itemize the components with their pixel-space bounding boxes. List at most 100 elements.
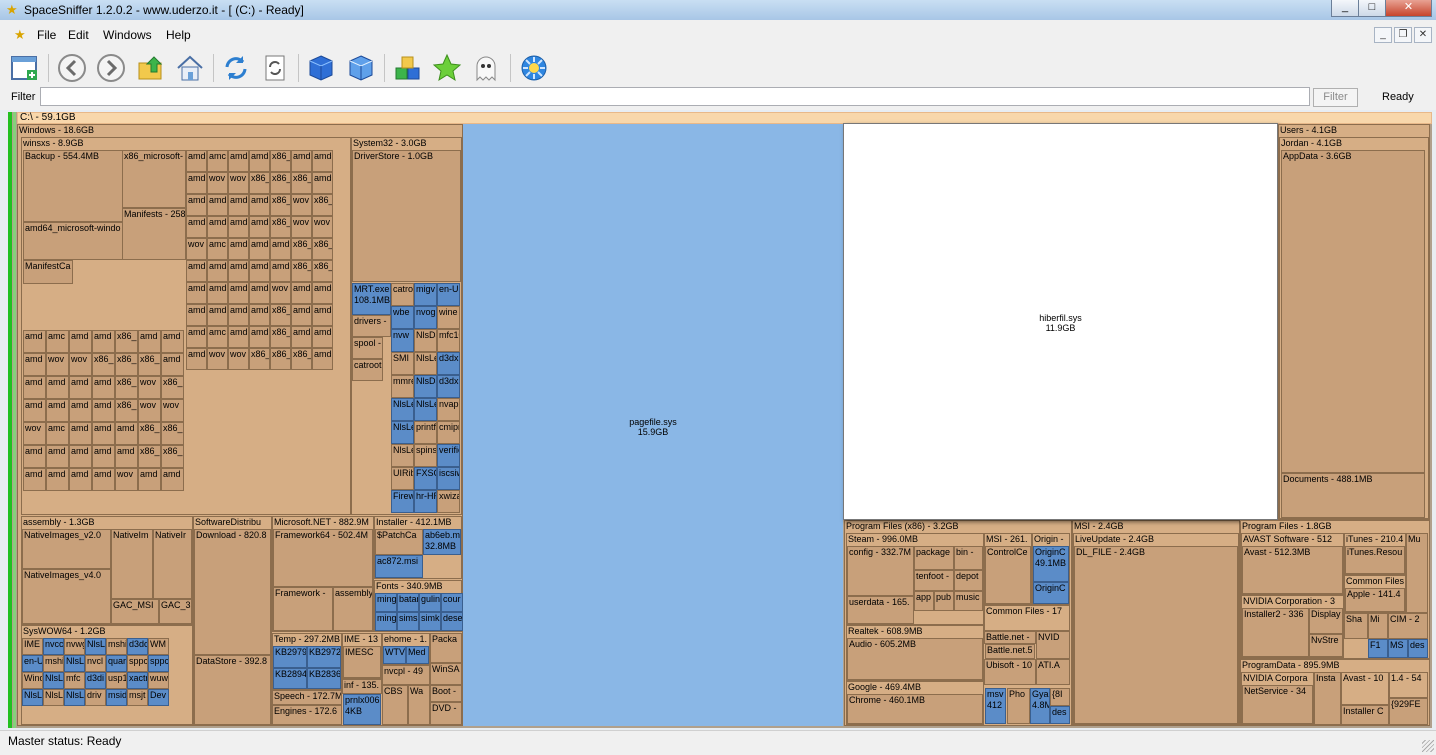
file-des-x86[interactable]: des [1050,706,1070,724]
folder-speech[interactable]: Speech - 172.7M [272,690,342,705]
folder-documents[interactable]: Documents - 488.1MB [1281,473,1425,518]
folder-cell[interactable]: wov [312,216,333,238]
folder-cell[interactable]: SMI [391,352,414,375]
folder-cell[interactable]: amd [161,353,184,376]
folder-imesc[interactable]: IMESC [343,646,381,678]
file-gya[interactable]: Gya4.8M [1030,688,1050,724]
file-kb2836[interactable]: KB2836 [307,668,341,689]
folder-cell[interactable]: mfc10 [437,329,460,352]
folder-cell[interactable]: cour [441,593,463,612]
folder-cell[interactable]: x86_ [115,353,138,376]
folder-cell[interactable]: amd [186,260,207,282]
folder-battlenet-5[interactable]: Battle.net.5 [985,644,1035,659]
folder-catroot[interactable]: catroot [352,359,383,381]
folder-cell[interactable]: batar [397,593,419,612]
folder-cell[interactable]: NlsL [64,655,85,672]
folder-cell[interactable]: amd [23,330,46,353]
folder-cell[interactable]: amd [228,326,249,348]
folder-ati[interactable]: ATI.A [1036,659,1070,685]
folder-cell[interactable]: x86_ [312,238,333,260]
folder-cell[interactable]: x86_ [138,445,161,468]
minimize-button[interactable]: _ [1331,0,1359,17]
folder-tenfoot[interactable]: tenfoot - [914,570,954,591]
folder-cell[interactable]: amd [23,468,46,491]
folder-pho[interactable]: Pho [1007,688,1030,724]
folder-cell[interactable]: amd [46,376,69,399]
folder-cell[interactable]: en-US [22,655,43,672]
folder-cell[interactable]: dese [441,612,463,631]
folder-cell[interactable]: NlsLe [414,352,437,375]
folder-cell[interactable]: sppc [127,655,148,672]
folder-cell[interactable]: wov [46,353,69,376]
folder-cell[interactable]: amd [69,399,92,422]
folder-ubisoft[interactable]: Ubisoft - 10 [984,659,1036,685]
folder-mi[interactable]: Mi [1368,613,1388,639]
close-button[interactable]: ✕ [1385,0,1432,17]
folder-cell[interactable]: wov [115,468,138,491]
folder-cell[interactable]: x86_ [138,353,161,376]
folder-cell[interactable]: NlsLe [414,398,437,421]
folder-cell[interactable]: x86_ [161,422,184,445]
folder-cell[interactable]: x86_ [291,260,312,282]
folder-med[interactable]: Med [406,646,429,664]
file-ab6eb[interactable]: ab6eb.m 32.8MB [423,529,461,555]
folder-cell[interactable]: amd [186,282,207,304]
filter-button[interactable]: Filter [1313,88,1358,107]
file-des-pf[interactable]: des [1408,639,1428,658]
folder-cell[interactable]: wbe [391,306,414,329]
folder-brace-929[interactable]: {929FE [1389,698,1428,725]
folder-cell[interactable]: IME [22,638,43,655]
folder-x86-microsoft[interactable]: x86_microsoft- [122,150,186,208]
folder-cell[interactable]: simk [419,612,441,631]
menu-file[interactable]: File [37,28,56,42]
folder-cell[interactable]: amd [138,330,161,353]
folder-cell[interactable]: x86_ [270,150,291,172]
folder-wtv[interactable]: WTV [383,646,406,664]
folder-cell[interactable]: usp1 [106,672,127,689]
folder-cell[interactable]: amd [207,282,228,304]
folder-cell[interactable]: amd [186,194,207,216]
refresh-icon[interactable] [221,52,251,84]
folder-cell[interactable]: amd [161,330,184,353]
resize-grip-icon[interactable] [1422,740,1434,752]
folder-drivers[interactable]: drivers - [352,315,391,337]
folder-cell[interactable]: amd [312,172,333,194]
folder-cell[interactable]: amd [161,468,184,491]
folder-cell[interactable]: sppc [148,655,169,672]
folder-cell[interactable]: x86_ [270,304,291,326]
folder-cell[interactable]: amd [46,399,69,422]
folder-cell[interactable]: amd [69,422,92,445]
folder-bin[interactable]: bin - [954,546,983,570]
folder-amd64-windows[interactable]: amd64_microsoft-windo [23,222,123,260]
folder-cell[interactable]: amd [92,399,115,422]
folder-cell[interactable]: NlsDa [414,375,437,398]
folder-cell[interactable]: x86_ [291,348,312,370]
folder-nativeimages-v4[interactable]: NativeImages_v4.0 [22,569,111,624]
folder-assembly-net[interactable]: assembly [333,587,373,631]
folder-cell[interactable]: NlsL [85,638,106,655]
folder-cell[interactable]: amd [207,260,228,282]
folder-cell[interactable]: amd [186,348,207,370]
folder-cell[interactable]: sims [397,612,419,631]
folder-cell[interactable]: d3dx9 [437,375,460,398]
folder-cell[interactable]: x86_ [291,172,312,194]
folder-cell[interactable]: amd [69,468,92,491]
folder-cell[interactable]: amd [186,216,207,238]
folder-nvstreamsrv[interactable]: NvStre [1309,634,1343,657]
ghost-icon[interactable] [471,52,501,84]
folder-cell[interactable]: amd [249,282,270,304]
folder-cell[interactable]: amd [207,194,228,216]
folder-cell[interactable]: x86_ [270,172,291,194]
folder-datastore[interactable]: DataStore - 392.8 [194,655,271,725]
file-f1[interactable]: F1 [1368,639,1388,658]
folder-cell[interactable]: amd [291,326,312,348]
folder-cell[interactable]: wine [437,306,460,329]
folder-cell[interactable]: wuw [148,672,169,689]
folder-cell[interactable]: x86_ [92,353,115,376]
folder-cell[interactable]: amc [207,150,228,172]
folder-nvidia-x86[interactable]: NVID [1036,631,1070,659]
folder-cell[interactable]: msid [106,689,127,706]
back-icon[interactable] [57,52,87,84]
folder-cell[interactable]: nvog [414,306,437,329]
folder-cell[interactable]: mmre [391,375,414,398]
